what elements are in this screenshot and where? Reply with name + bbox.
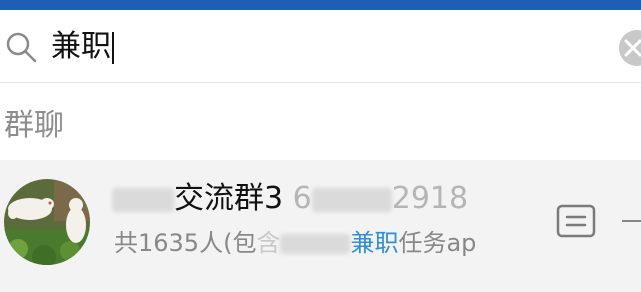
group-avatar [4, 179, 90, 265]
search-bar[interactable]: 兼职 [0, 10, 641, 82]
desc-suffix: 任务ap [398, 229, 477, 257]
search-divider [0, 82, 641, 83]
section-title-group-chats: 群聊 [4, 108, 64, 143]
group-name: 交流群3 6 2918 [112, 180, 468, 218]
group-id-prefix: 6 [292, 181, 312, 216]
desc-partial-char: 含 [256, 229, 281, 257]
card-icon[interactable] [556, 204, 596, 238]
top-app-bar [0, 0, 641, 10]
member-count-text: 共1635人(包 [114, 229, 257, 257]
clear-icon [624, 39, 641, 57]
redacted-name-block [112, 187, 174, 212]
redacted-id-block [311, 187, 392, 212]
group-result-item[interactable]: 交流群3 6 2918 共1635人(包含 兼职任务ap [0, 160, 641, 292]
search-icon [6, 32, 37, 63]
search-query: 兼职 [51, 29, 111, 64]
more-actions-icon[interactable] [622, 220, 641, 222]
clear-search-button[interactable] [619, 30, 641, 66]
group-id-suffix: 2918 [391, 181, 469, 216]
search-input[interactable]: 兼职 [51, 27, 114, 67]
text-caret [112, 31, 114, 64]
keyword-highlight: 兼职 [350, 229, 399, 257]
group-description: 共1635人(包含 兼职任务ap [114, 227, 476, 259]
redacted-desc-block [280, 234, 351, 254]
group-name-visible: 交流群3 [174, 181, 284, 216]
